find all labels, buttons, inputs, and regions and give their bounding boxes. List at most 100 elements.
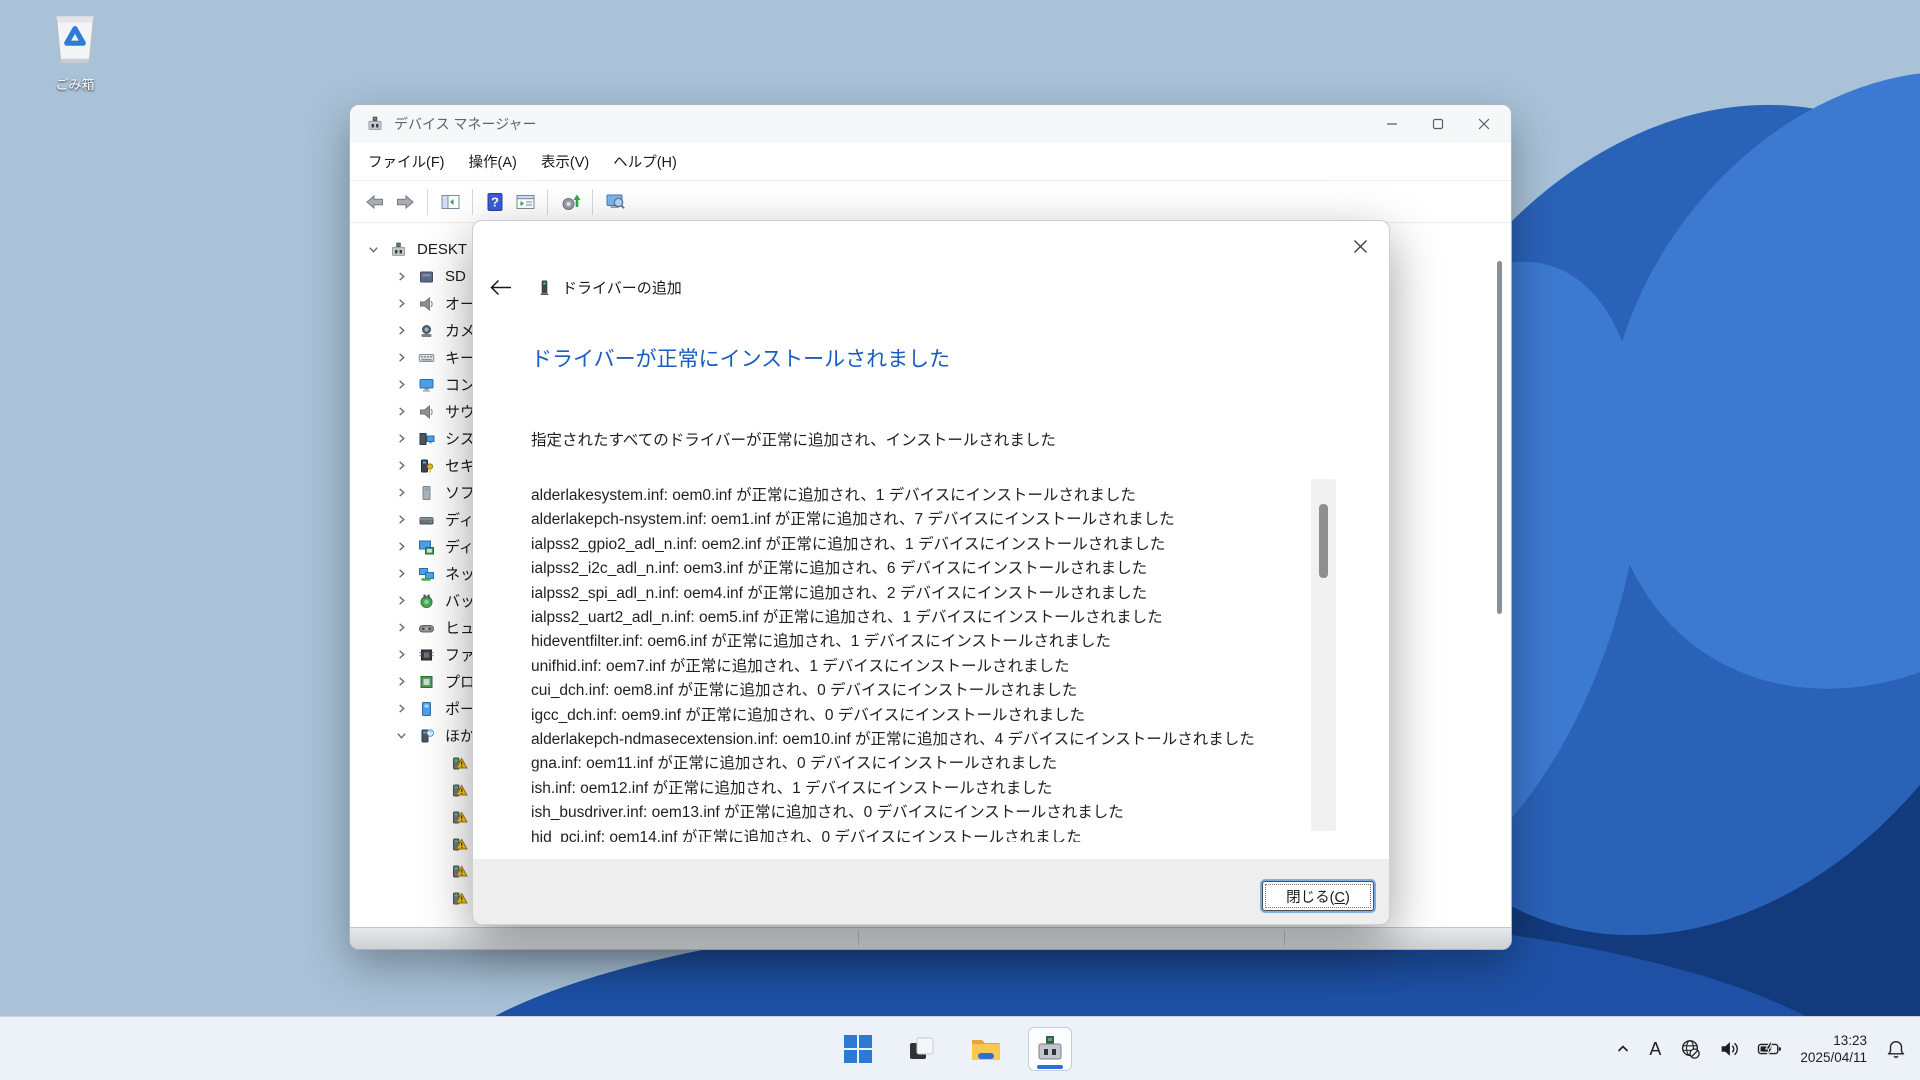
back-icon[interactable] bbox=[360, 187, 390, 217]
dialog-footer: 閉じる(C) bbox=[473, 859, 1389, 924]
chevron-right-icon[interactable] bbox=[394, 460, 408, 471]
recycle-bin[interactable]: ごみ箱 bbox=[38, 8, 112, 93]
chevron-right-icon[interactable] bbox=[394, 595, 408, 606]
menu-item-0[interactable]: ファイル(F) bbox=[356, 146, 457, 177]
toolbar-separator bbox=[472, 189, 473, 215]
other-icon: ? bbox=[417, 727, 436, 745]
result-list: alderlakesystem.inf: oem0.inf が正常に追加され、1… bbox=[531, 484, 1306, 842]
ime-mode-indicator[interactable]: A bbox=[1645, 1039, 1665, 1060]
system-icon bbox=[417, 430, 436, 448]
help-icon[interactable]: ? bbox=[480, 187, 510, 217]
recycle-bin-icon bbox=[46, 55, 104, 72]
dialog-heading: ドライバーが正常にインストールされました bbox=[531, 343, 950, 373]
warning-icon bbox=[450, 835, 469, 853]
menu-item-1[interactable]: 操作(A) bbox=[457, 146, 529, 177]
menu-item-2[interactable]: 表示(V) bbox=[529, 146, 601, 177]
tree-item-label: ファ bbox=[445, 644, 475, 665]
dm-titlebar[interactable]: デバイス マネージャー bbox=[350, 105, 1511, 143]
close-window-button[interactable] bbox=[1461, 105, 1507, 143]
dialog-scrollbar[interactable] bbox=[1311, 479, 1336, 831]
taskbar-device-manager-button[interactable] bbox=[1028, 1027, 1072, 1071]
tree-item-label: バッ bbox=[445, 590, 475, 611]
properties-icon[interactable] bbox=[510, 187, 540, 217]
camera-icon bbox=[417, 322, 436, 340]
add-driver-dialog: ドライバーの追加 ドライバーが正常にインストールされました 指定されたすべてのド… bbox=[472, 220, 1390, 925]
show-console-icon[interactable] bbox=[435, 187, 465, 217]
recycle-bin-label: ごみ箱 bbox=[38, 74, 112, 93]
maximize-button[interactable] bbox=[1415, 105, 1461, 143]
dm-toolbar: ? bbox=[350, 181, 1511, 223]
chevron-down-icon[interactable] bbox=[394, 730, 408, 741]
update-driver-icon[interactable] bbox=[555, 187, 585, 217]
keyboard-icon bbox=[417, 349, 436, 367]
result-line: alderlakesystem.inf: oem0.inf が正常に追加され、1… bbox=[531, 484, 1306, 508]
minimize-button[interactable] bbox=[1369, 105, 1415, 143]
warning-icon bbox=[450, 862, 469, 880]
result-line: ialpss2_gpio2_adl_n.inf: oem2.inf が正常に追加… bbox=[531, 533, 1306, 557]
toolbar-separator bbox=[547, 189, 548, 215]
statusbar-separator bbox=[858, 931, 859, 946]
chevron-right-icon[interactable] bbox=[394, 676, 408, 687]
chevron-right-icon[interactable] bbox=[394, 352, 408, 363]
chevron-right-icon[interactable] bbox=[394, 541, 408, 552]
taskbar-file-explorer-button[interactable] bbox=[964, 1027, 1008, 1071]
chevron-right-icon[interactable] bbox=[394, 325, 408, 336]
menu-item-3[interactable]: ヘルプ(H) bbox=[601, 146, 689, 177]
warning-icon bbox=[450, 754, 469, 772]
statusbar-separator bbox=[1284, 931, 1285, 946]
chevron-right-icon[interactable] bbox=[394, 406, 408, 417]
dm-tree-scrollbar[interactable] bbox=[1497, 261, 1502, 614]
scan-hardware-icon[interactable] bbox=[600, 187, 630, 217]
result-line: ialpss2_spi_adl_n.inf: oem4.inf が正常に追加され… bbox=[531, 582, 1306, 606]
chevron-right-icon[interactable] bbox=[394, 487, 408, 498]
chevron-right-icon[interactable] bbox=[394, 568, 408, 579]
result-line: hideventfilter.inf: oem6.inf が正常に追加され、1 … bbox=[531, 630, 1306, 654]
dm-statusbar bbox=[350, 927, 1511, 949]
toolbar-separator bbox=[592, 189, 593, 215]
chevron-right-icon[interactable] bbox=[394, 298, 408, 309]
tree-item-label: カメ bbox=[445, 320, 475, 341]
tree-item-label: キー bbox=[445, 347, 475, 368]
notifications-bell-icon[interactable] bbox=[1882, 1035, 1910, 1063]
chevron-right-icon[interactable] bbox=[394, 649, 408, 660]
close-dialog-button[interactable]: 閉じる(C) bbox=[1262, 881, 1374, 911]
result-line: gna.inf: oem11.inf が正常に追加され、0 デバイスにインストー… bbox=[531, 752, 1306, 776]
taskbar-start-button[interactable] bbox=[836, 1027, 880, 1071]
tray-chevron-up-icon[interactable] bbox=[1612, 1038, 1634, 1060]
tree-item-label: シス bbox=[445, 428, 475, 449]
tree-item-label: コン bbox=[445, 374, 475, 395]
battery-charging-icon[interactable] bbox=[1754, 1035, 1785, 1063]
chevron-right-icon[interactable] bbox=[394, 622, 408, 633]
window-title: デバイス マネージャー bbox=[394, 105, 537, 143]
active-app-indicator bbox=[1037, 1065, 1063, 1069]
back-arrow-icon[interactable] bbox=[489, 279, 515, 296]
chevron-right-icon[interactable] bbox=[394, 433, 408, 444]
network-globe-icon[interactable] bbox=[1676, 1035, 1704, 1063]
taskbar: A 13:23 2025/04/11 bbox=[0, 1016, 1920, 1080]
dialog-close-icon[interactable] bbox=[1345, 231, 1375, 261]
chevron-down-icon[interactable] bbox=[366, 244, 380, 255]
chevron-right-icon[interactable] bbox=[394, 514, 408, 525]
forward-icon[interactable] bbox=[390, 187, 420, 217]
software-icon bbox=[417, 484, 436, 502]
taskbar-task-view-button[interactable] bbox=[900, 1027, 944, 1071]
svg-text:?: ? bbox=[491, 194, 499, 209]
result-line: ish_busdriver.inf: oem13.inf が正常に追加され、0 … bbox=[531, 801, 1306, 825]
disk-icon bbox=[417, 511, 436, 529]
dialog-subtitle: 指定されたすべてのドライバーが正常に追加され、インストールされました bbox=[531, 428, 1056, 450]
tree-item-label: SD bbox=[445, 268, 466, 285]
chevron-right-icon[interactable] bbox=[394, 379, 408, 390]
tree-item-label: ネッ bbox=[445, 563, 475, 584]
result-line: hid_pci.inf: oem14.inf が正常に追加され、0 デバイスにイ… bbox=[531, 826, 1306, 842]
result-line: igcc_dch.inf: oem9.inf が正常に追加され、0 デバイスにイ… bbox=[531, 704, 1306, 728]
taskbar-clock[interactable]: 13:23 2025/04/11 bbox=[1800, 1032, 1867, 1066]
volume-icon[interactable] bbox=[1715, 1035, 1743, 1063]
dialog-scrollbar-thumb[interactable] bbox=[1319, 504, 1328, 578]
tree-item-label: セキ bbox=[445, 455, 475, 476]
chevron-right-icon[interactable] bbox=[394, 271, 408, 282]
chevron-right-icon[interactable] bbox=[394, 703, 408, 714]
svg-text:?: ? bbox=[429, 731, 432, 737]
result-line: alderlakepch-ndmasecextension.inf: oem10… bbox=[531, 728, 1306, 752]
tree-item-label: オー bbox=[445, 293, 475, 314]
clock-date: 2025/04/11 bbox=[1800, 1049, 1867, 1066]
